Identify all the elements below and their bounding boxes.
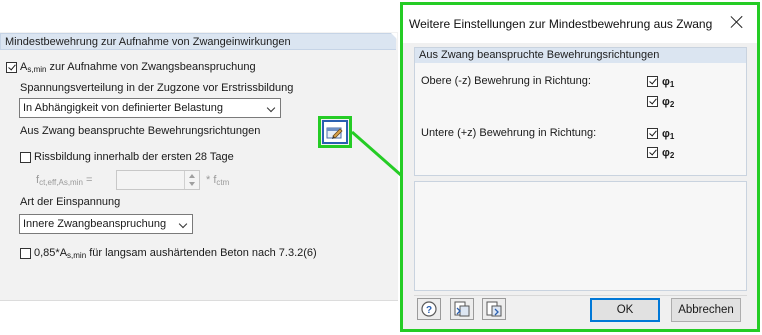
as-min-option[interactable]: As,min zur Aufnahme von Zwangsbeanspruch… — [6, 61, 306, 75]
slow-hardening-checkbox[interactable] — [20, 248, 31, 259]
bottom-phi1-option[interactable]: φ1 — [647, 128, 687, 142]
directions-group-title: Aus Zwang beanspruchte Bewehrungsrichtun… — [415, 48, 746, 63]
stress-distribution-dropdown[interactable]: In Abhängigkeit von definierter Belastun… — [19, 98, 281, 118]
dialog-empty-area — [414, 181, 747, 291]
load-defaults-button[interactable] — [450, 298, 474, 320]
top-phi2-label: φ2 — [662, 96, 675, 109]
bottom-phi1-checkbox[interactable] — [647, 128, 658, 139]
restraint-value: Innere Zwangbeanspruchung — [23, 218, 167, 230]
spin-up-icon[interactable] — [189, 174, 195, 178]
close-icon[interactable] — [729, 14, 745, 30]
cancel-button[interactable]: Abbrechen — [671, 298, 741, 322]
top-phi1-option[interactable]: φ1 — [647, 76, 687, 90]
crack-label: Rissbildung innerhalb der ersten 28 Tage — [34, 151, 234, 163]
slow-hardening-option[interactable]: 0,85*As,min für langsam aushärtenden Bet… — [20, 247, 340, 261]
chevron-down-icon — [178, 219, 188, 229]
restraint-dropdown[interactable]: Innere Zwangbeanspruchung — [19, 214, 193, 234]
bottom-phi2-label: φ2 — [662, 147, 675, 160]
section-header: Mindestbewehrung zur Aufnahme von Zwange… — [0, 33, 397, 50]
top-phi1-label: φ1 — [662, 76, 675, 89]
bottom-reinforcement-label: Untere (+z) Bewehrung in Richtung: — [421, 127, 597, 139]
help-icon: ? — [421, 301, 437, 317]
spin-down-icon[interactable] — [189, 182, 195, 186]
bottom-phi2-option[interactable]: φ2 — [647, 147, 687, 161]
bottom-phi1-label: φ1 — [662, 128, 675, 141]
dialog-titlebar: Weitere Einstellungen zur Mindestbewehru… — [403, 5, 757, 43]
fct-unit-label: * fctm — [206, 174, 230, 187]
top-phi2-checkbox[interactable] — [647, 96, 658, 107]
stress-distribution-label: Spannungsverteilung in der Zugzone vor E… — [20, 82, 294, 94]
restraint-label: Art der Einspannung — [20, 196, 121, 208]
save-defaults-icon — [486, 301, 502, 317]
directions-group: Aus Zwang beanspruchte Bewehrungsrichtun… — [414, 47, 747, 176]
directions-label: Aus Zwang beanspruchte Bewehrungsrichtun… — [20, 125, 261, 137]
mindestbewehrung-dialog: Weitere Einstellungen zur Mindestbewehru… — [400, 2, 760, 332]
as-min-label: As,min zur Aufnahme von Zwangsbeanspruch… — [20, 61, 256, 74]
fct-factor-input[interactable] — [116, 170, 200, 190]
crack-option[interactable]: Rissbildung innerhalb der ersten 28 Tage — [20, 151, 280, 165]
save-defaults-button[interactable] — [482, 298, 506, 320]
settings-edit-icon — [326, 127, 343, 139]
fct-factor-spinner[interactable] — [184, 171, 199, 189]
section-title: Mindestbewehrung zur Aufnahme von Zwange… — [5, 36, 291, 48]
top-phi2-option[interactable]: φ2 — [647, 96, 687, 110]
stress-distribution-value: In Abhängigkeit von definierter Belastun… — [23, 102, 223, 114]
dialog-title: Weitere Einstellungen zur Mindestbewehru… — [409, 17, 713, 31]
as-min-checkbox[interactable] — [6, 62, 17, 73]
slow-hardening-label: 0,85*As,min für langsam aushärtenden Bet… — [34, 247, 317, 260]
settings-panel: Mindestbewehrung zur Aufnahme von Zwange… — [0, 0, 398, 301]
top-reinforcement-label: Obere (-z) Bewehrung in Richtung: — [421, 75, 591, 87]
chevron-down-icon — [266, 103, 276, 113]
fct-label: fct,eff,As,min = — [36, 174, 93, 187]
bottom-phi2-checkbox[interactable] — [647, 147, 658, 158]
top-strip — [0, 0, 398, 32]
crack-checkbox[interactable] — [20, 152, 31, 163]
svg-text:?: ? — [426, 305, 432, 316]
load-defaults-icon — [454, 301, 470, 317]
top-phi1-checkbox[interactable] — [647, 76, 658, 87]
ok-button[interactable]: OK — [590, 298, 660, 322]
more-settings-button[interactable] — [322, 120, 348, 144]
help-button[interactable]: ? — [417, 298, 441, 320]
footer-divider — [414, 295, 747, 296]
